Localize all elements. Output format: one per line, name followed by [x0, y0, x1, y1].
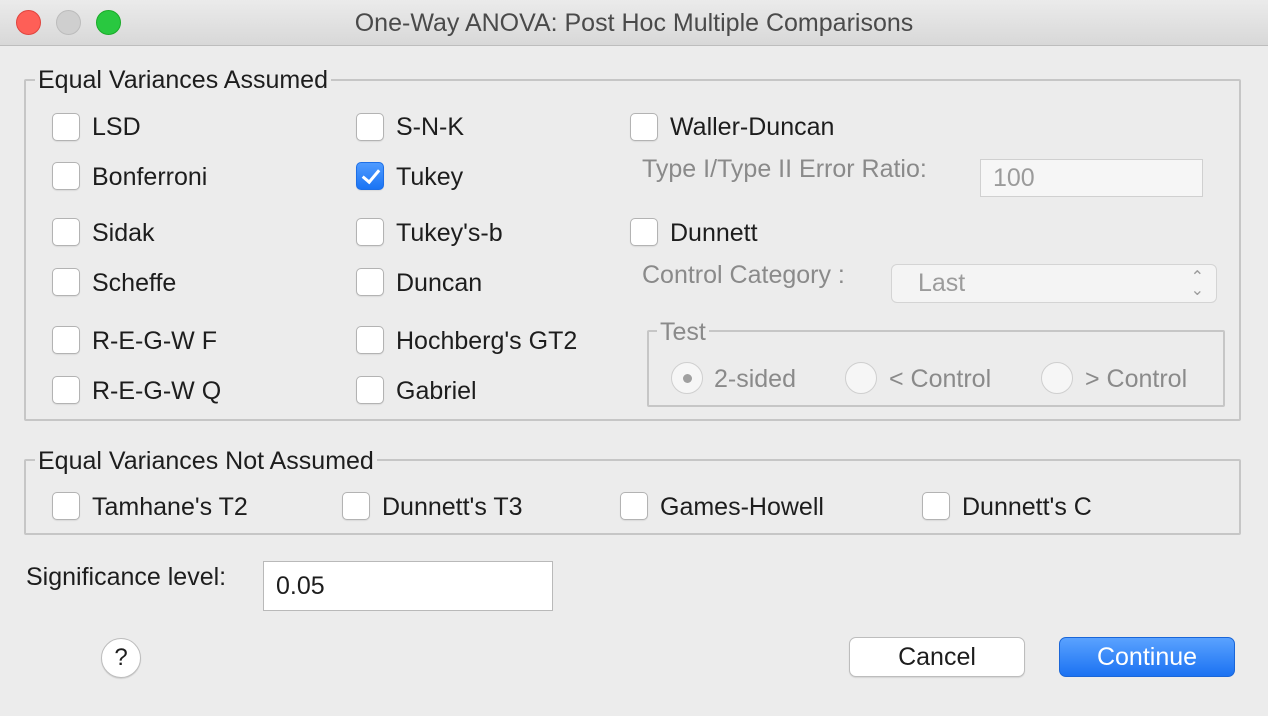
- cancel-button[interactable]: Cancel: [849, 637, 1025, 677]
- games-howell-label: Games-Howell: [660, 493, 824, 521]
- window-title: One-Way ANOVA: Post Hoc Multiple Compari…: [354, 9, 914, 37]
- scheffe-label: Scheffe: [92, 269, 177, 297]
- bonferroni-checkbox[interactable]: [52, 162, 80, 190]
- lsd-checkbox[interactable]: [52, 113, 80, 141]
- waller-duncan-checkbox[interactable]: [630, 113, 658, 141]
- dunnett-label: Dunnett: [670, 219, 758, 247]
- gt-control-label: > Control: [1085, 365, 1188, 393]
- snk-label: S-N-K: [396, 113, 465, 141]
- sidak-label: Sidak: [92, 219, 155, 247]
- regwq-label: R-E-G-W Q: [92, 377, 222, 405]
- regwf-checkbox[interactable]: [52, 326, 80, 354]
- control-category-select[interactable]: Last ⌃ ⌄: [891, 264, 1217, 303]
- two-sided-radio[interactable]: [671, 362, 703, 394]
- snk-checkbox[interactable]: [356, 113, 384, 141]
- regwf-label: R-E-G-W F: [92, 327, 217, 355]
- tukeyb-label: Tukey's-b: [396, 219, 503, 247]
- significance-input[interactable]: 0.05: [263, 561, 553, 611]
- equal-variances-not-assumed-legend: Equal Variances Not Assumed: [35, 447, 377, 475]
- two-sided-label: 2-sided: [714, 365, 796, 393]
- lt-control-label: < Control: [889, 365, 992, 393]
- tukeyb-checkbox[interactable]: [356, 218, 384, 246]
- games-howell-checkbox[interactable]: [620, 492, 648, 520]
- bonferroni-label: Bonferroni: [92, 163, 208, 191]
- waller-duncan-label: Waller-Duncan: [670, 113, 835, 141]
- tamhane-label: Tamhane's T2: [92, 493, 248, 521]
- tukey-label: Tukey: [396, 163, 464, 191]
- error-ratio-input[interactable]: 100: [980, 159, 1203, 197]
- gt-control-radio[interactable]: [1041, 362, 1073, 394]
- dunnett-t3-checkbox[interactable]: [342, 492, 370, 520]
- title-bar: One-Way ANOVA: Post Hoc Multiple Compari…: [0, 0, 1268, 46]
- equal-variances-assumed-legend: Equal Variances Assumed: [35, 66, 331, 94]
- updown-arrows-icon: ⌃ ⌄: [1190, 269, 1204, 299]
- tamhane-checkbox[interactable]: [52, 492, 80, 520]
- hochberg-label: Hochberg's GT2: [396, 327, 578, 355]
- duncan-checkbox[interactable]: [356, 268, 384, 296]
- dunnett-c-label: Dunnett's C: [962, 493, 1092, 521]
- test-legend: Test: [657, 318, 709, 346]
- dunnett-c-checkbox[interactable]: [922, 492, 950, 520]
- dunnett-t3-label: Dunnett's T3: [382, 493, 523, 521]
- sidak-checkbox[interactable]: [52, 218, 80, 246]
- gabriel-label: Gabriel: [396, 377, 477, 405]
- regwq-checkbox[interactable]: [52, 376, 80, 404]
- lsd-label: LSD: [92, 113, 141, 141]
- lt-control-radio[interactable]: [845, 362, 877, 394]
- dunnett-checkbox[interactable]: [630, 218, 658, 246]
- tukey-checkbox[interactable]: [356, 162, 384, 190]
- error-ratio-label: Type I/Type II Error Ratio:: [642, 155, 927, 183]
- continue-button[interactable]: Continue: [1059, 637, 1235, 677]
- control-category-label: Control Category :: [642, 261, 845, 289]
- scheffe-checkbox[interactable]: [52, 268, 80, 296]
- gabriel-checkbox[interactable]: [356, 376, 384, 404]
- hochberg-checkbox[interactable]: [356, 326, 384, 354]
- help-button[interactable]: ?: [101, 638, 141, 678]
- duncan-label: Duncan: [396, 269, 483, 297]
- control-category-value: Last: [918, 269, 966, 297]
- significance-label: Significance level:: [26, 563, 227, 591]
